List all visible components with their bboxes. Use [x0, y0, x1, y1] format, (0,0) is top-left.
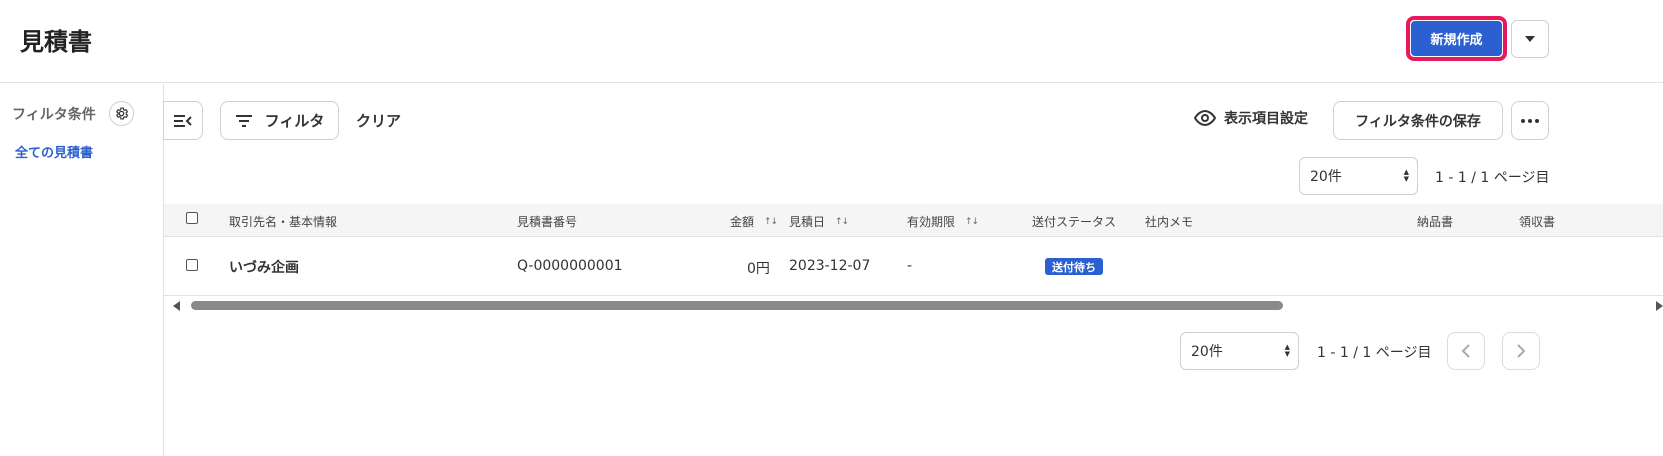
cell-date: 2023-12-07	[789, 258, 871, 274]
cell-number: Q-0000000001	[517, 258, 623, 274]
table-row[interactable]: いづみ企画 Q-0000000001 0円 2023-12-07 -	[164, 237, 1663, 296]
chevron-down-icon	[1525, 36, 1535, 42]
scrollbar-thumb[interactable]	[191, 301, 1283, 310]
chevron-left-icon	[1461, 344, 1470, 358]
filter-settings-button[interactable]	[109, 101, 134, 126]
col-header-memo: 社内メモ	[1145, 215, 1194, 229]
col-header-amount[interactable]: 金額 ↑↓	[730, 213, 778, 230]
col-header-number: 見積書番号	[517, 215, 578, 229]
new-quote-button[interactable]: 新規作成	[1411, 21, 1502, 56]
sidebar-item-all-quotes[interactable]: 全ての見積書	[15, 142, 93, 161]
scroll-left-arrow-icon[interactable]	[173, 301, 180, 311]
sort-icon[interactable]: ↑↓	[965, 217, 979, 227]
scroll-right-arrow-icon[interactable]	[1656, 301, 1663, 311]
select-all-checkbox[interactable]	[186, 212, 198, 224]
sidebar-title: フィルタ条件	[12, 107, 96, 123]
col-header-delivery: 納品書	[1417, 215, 1454, 229]
col-header-expiry[interactable]: 有効期限 ↑↓	[907, 213, 979, 230]
collapse-sidebar-button[interactable]	[163, 101, 203, 140]
page-header: 見積書 新規作成	[0, 0, 1663, 83]
sort-icon[interactable]: ↑↓	[764, 217, 778, 227]
per-page-value: 20件	[1310, 169, 1342, 185]
col-header-status: 送付ステータス	[1032, 215, 1117, 229]
gear-icon	[116, 107, 129, 120]
per-page-select-bottom[interactable]: 20件 ▲ ▼	[1180, 332, 1299, 370]
cell-expiry: -	[907, 258, 913, 274]
save-filter-button[interactable]: フィルタ条件の保存	[1333, 101, 1503, 140]
page-title: 見積書	[20, 28, 92, 56]
filter-icon	[235, 114, 252, 127]
cell-amount: 0円	[747, 261, 770, 277]
select-arrows-icon: ▲ ▼	[1284, 343, 1290, 358]
new-button-highlight: 新規作成	[1406, 16, 1507, 61]
sort-icon[interactable]: ↑↓	[835, 217, 849, 227]
select-arrows-icon: ▲ ▼	[1403, 168, 1409, 183]
col-header-client: 取引先名・基本情報	[229, 215, 338, 229]
new-options-dropdown-button[interactable]	[1511, 20, 1549, 58]
col-header-date[interactable]: 見積日 ↑↓	[789, 213, 849, 230]
display-settings-label: 表示項目設定	[1224, 111, 1308, 127]
more-options-button[interactable]	[1511, 101, 1549, 140]
prev-page-button[interactable]	[1447, 332, 1485, 370]
row-checkbox[interactable]	[186, 259, 198, 271]
more-icon	[1521, 118, 1539, 123]
page-range-text-top: 1 - 1 / 1 ページ目	[1435, 170, 1550, 186]
eye-icon	[1194, 110, 1216, 126]
display-settings-button[interactable]: 表示項目設定	[1194, 108, 1308, 128]
clear-filter-link[interactable]: クリア	[356, 110, 401, 131]
horizontal-scrollbar[interactable]	[164, 297, 1663, 315]
filter-button[interactable]: フィルタ	[220, 101, 339, 140]
per-page-select-top[interactable]: 20件 ▲ ▼	[1299, 157, 1418, 195]
filter-sidebar: フィルタ条件 全ての見積書	[0, 84, 164, 456]
filter-button-label: フィルタ	[264, 112, 325, 130]
page-range-text-bottom: 1 - 1 / 1 ページ目	[1317, 345, 1432, 361]
table-header: 取引先名・基本情報 見積書番号 金額 ↑↓ 見積日 ↑↓ 有効期限 ↑↓ 送付ステータ…	[164, 204, 1663, 237]
cell-client[interactable]: いづみ企画	[229, 257, 299, 277]
status-badge: 送付待ち	[1045, 258, 1103, 275]
next-page-button[interactable]	[1502, 332, 1540, 370]
chevron-right-icon	[1517, 344, 1526, 358]
col-header-receipt: 領収書	[1519, 215, 1556, 229]
per-page-value: 20件	[1191, 344, 1223, 360]
collapse-menu-icon	[174, 114, 192, 127]
